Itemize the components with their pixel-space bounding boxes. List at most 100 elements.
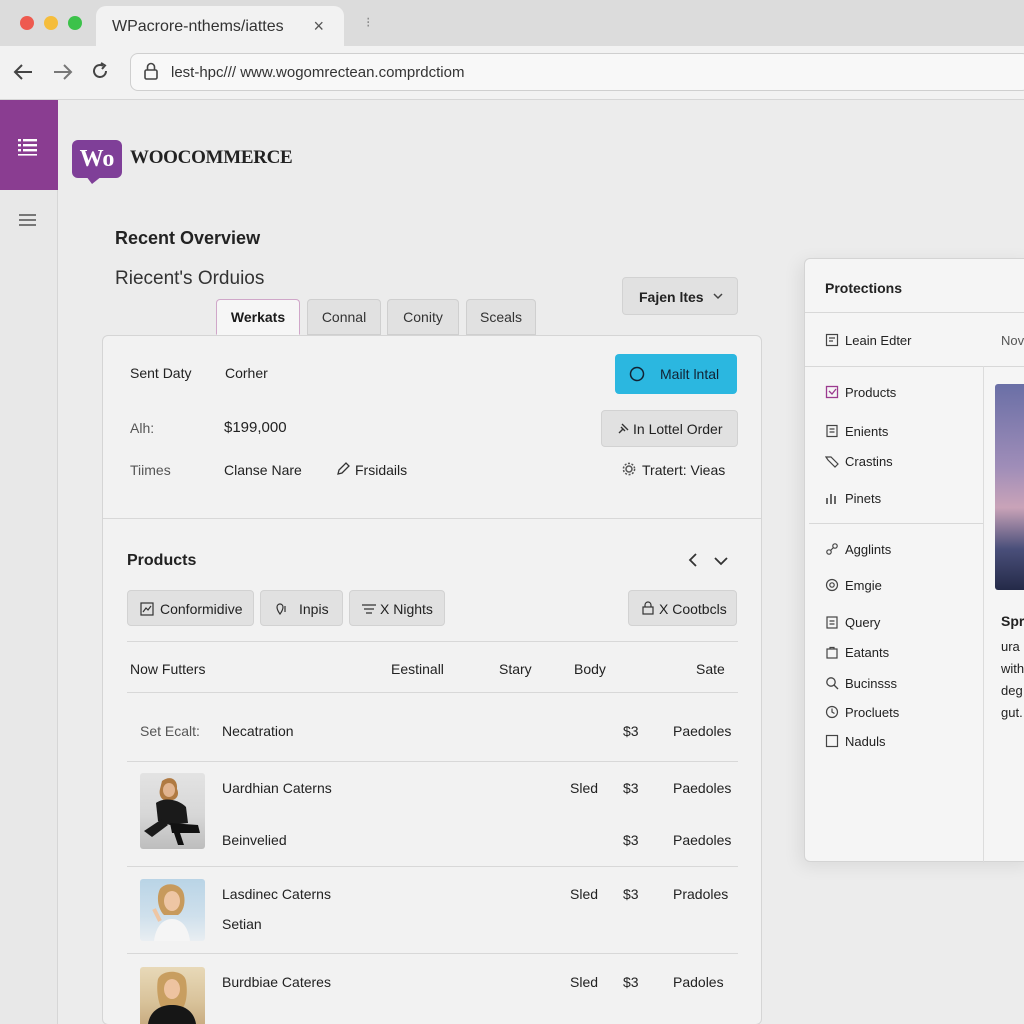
reload-icon[interactable] — [90, 61, 110, 81]
link-icon — [826, 543, 838, 555]
panel-item-procluets[interactable]: Procluets — [825, 705, 899, 720]
tag-icon — [825, 456, 839, 468]
product-subtitle: Beinvelied — [222, 832, 287, 848]
filter-inpis-label: Inpis — [299, 601, 329, 617]
section-divider — [103, 518, 761, 519]
tab-conity[interactable]: Conity — [387, 299, 459, 335]
panel-item-label: Crastins — [845, 454, 893, 469]
woocommerce-logo: Wo — [72, 140, 122, 178]
browser-tab[interactable]: WPacrore-nthems/iattes × — [96, 6, 344, 46]
filter-conformidive-button[interactable]: Conformidive — [127, 590, 254, 626]
window-close-dot[interactable] — [20, 16, 34, 30]
product-sub-sale: Paedoles — [673, 832, 732, 848]
filter-inpis-button[interactable]: Inpis — [260, 590, 343, 626]
product-price: $3 — [623, 974, 639, 990]
at-icon — [825, 578, 839, 592]
product-name: Uardhian Caterns — [222, 780, 332, 796]
tab-close-icon[interactable]: × — [313, 16, 324, 37]
column-header-name[interactable]: Now Futters — [130, 661, 205, 677]
panel-item-products[interactable]: Products — [825, 385, 896, 400]
person-image-icon — [148, 971, 196, 1024]
column-header-estimate[interactable]: Eestinall — [391, 661, 444, 677]
pin-icon — [618, 423, 629, 434]
panel-item-crastins[interactable]: Crastins — [825, 454, 893, 469]
panel-item-emgie[interactable]: Emgie — [825, 578, 882, 593]
menu-icon[interactable] — [18, 212, 38, 228]
product-thumbnail — [140, 773, 205, 849]
row-divider — [127, 866, 738, 867]
products-icon — [825, 385, 839, 399]
lock-icon — [144, 62, 158, 80]
panel-item-label: Procluets — [845, 705, 900, 720]
product-stary: Sled — [570, 974, 599, 990]
product-subtitle: Setian — [222, 916, 262, 932]
sent-date-label: Sent Daty — [130, 365, 192, 381]
latest-order-button[interactable]: In Lottel Order — [601, 410, 738, 447]
person-image-icon — [152, 884, 190, 941]
mail-total-button[interactable]: Mailt lntal — [615, 354, 737, 394]
panel-header-item[interactable]: Leain Edter — [825, 333, 912, 348]
row-divider — [127, 953, 738, 954]
chevron-down-icon[interactable] — [714, 556, 728, 566]
side-text-line: gut. — [1001, 705, 1023, 720]
panel-header-extra: Nov — [1001, 333, 1024, 348]
chevron-left-icon[interactable] — [688, 553, 698, 567]
panel-divider — [805, 366, 1024, 367]
lock-icon — [642, 601, 654, 615]
clipboard-icon — [826, 616, 838, 629]
tab-werkats[interactable]: Werkats — [216, 299, 300, 335]
panel-item-agglints[interactable]: Agglints — [825, 542, 891, 557]
tab-sceals[interactable]: Sceals — [466, 299, 536, 335]
product-stary: Sled — [570, 886, 599, 902]
checkbox-icon — [825, 734, 839, 748]
panel-item-eatants[interactable]: Eatants — [825, 645, 889, 660]
panel-vertical-divider — [983, 366, 984, 863]
controls-button[interactable]: X Cootbcls — [628, 590, 737, 626]
filter-dropdown[interactable]: Fajen ltes — [622, 277, 738, 315]
forward-arrow-icon[interactable] — [52, 62, 74, 82]
side-text-line: with — [1001, 661, 1024, 676]
panel-item-label: Pinets — [845, 491, 882, 506]
browser-tab-bar: WPacrore-nthems/iattes × ⁝ — [0, 0, 1024, 46]
url-text: lest-hpc/// www.wogomrectean.comprdctiom — [171, 64, 465, 81]
section-subtitle: Riecent's Orduios — [115, 268, 265, 289]
filter-lines-icon — [362, 604, 376, 614]
panel-item-naduls[interactable]: Naduls — [825, 734, 885, 749]
window-minimize-dot[interactable] — [44, 16, 58, 30]
panel-item-label: Naduls — [845, 734, 886, 749]
amount-value: $199,000 — [224, 419, 287, 436]
sidebar-item-dashboard[interactable] — [0, 100, 58, 190]
panel-item-label: Eatants — [845, 645, 890, 660]
panel-item-business[interactable]: Bucinsss — [825, 676, 897, 691]
column-header-body[interactable]: Body — [574, 661, 606, 677]
product-price: $3 — [623, 780, 639, 796]
filter-dropdown-label: Fajen ltes — [639, 289, 704, 305]
customer-name-value: Clanse Nare — [224, 462, 302, 478]
product-name: Burdbiae Cateres — [222, 974, 331, 990]
filter-nights-label: X Nights — [380, 601, 433, 617]
details-link[interactable]: Frsidails — [355, 462, 407, 478]
views-link[interactable]: Tratert: Vieas — [642, 462, 725, 478]
window-maximize-dot[interactable] — [68, 16, 82, 30]
back-arrow-icon[interactable] — [12, 62, 34, 82]
address-bar[interactable]: lest-hpc/// www.wogomrectean.comprdctiom — [130, 53, 1024, 91]
product-price: $3 — [623, 886, 639, 902]
chart-icon — [140, 602, 154, 616]
edit-icon[interactable] — [336, 462, 350, 476]
mail-total-label: Mailt lntal — [660, 366, 720, 382]
header-divider — [127, 692, 738, 693]
column-header-stary[interactable]: Stary — [499, 661, 532, 677]
row-divider — [127, 761, 738, 762]
editor-icon — [825, 333, 839, 347]
brand-name: WOOCOMMERCE — [130, 147, 293, 168]
panel-item-enients[interactable]: Enients — [825, 424, 888, 439]
logo-tail — [86, 176, 102, 184]
tab-connal[interactable]: Connal — [307, 299, 381, 335]
products-title: Products — [127, 552, 197, 569]
panel-item-pinets[interactable]: Pinets — [825, 491, 881, 506]
panel-item-label: Emgie — [845, 578, 882, 593]
column-header-sate[interactable]: Sate — [696, 661, 725, 677]
amount-label: Alh: — [130, 420, 155, 436]
filter-nights-button[interactable]: X Nights — [349, 590, 445, 626]
panel-item-query[interactable]: Query — [825, 615, 880, 630]
